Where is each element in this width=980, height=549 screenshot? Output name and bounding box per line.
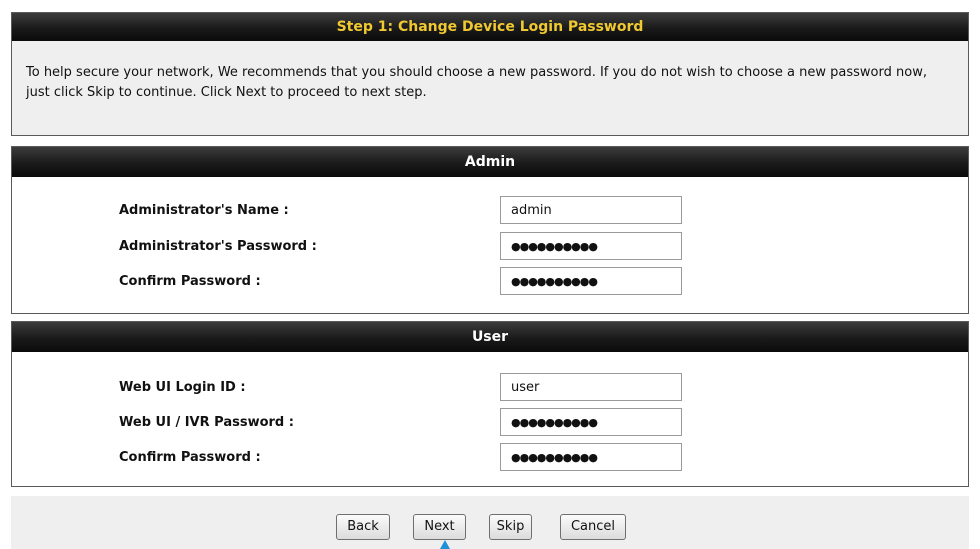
admin-name-input[interactable]	[500, 196, 682, 224]
back-button[interactable]: Back	[336, 514, 390, 540]
admin-section: Admin Administrator's Name : Administrat…	[11, 146, 969, 314]
admin-header: Admin	[12, 147, 968, 177]
admin-password-row: Administrator's Password :	[12, 232, 968, 262]
admin-confirm-row: Confirm Password :	[12, 267, 968, 297]
user-confirm-row: Confirm Password :	[12, 443, 968, 473]
user-password-label: Web UI / IVR Password :	[119, 415, 294, 430]
user-login-label: Web UI Login ID :	[119, 380, 246, 395]
skip-button[interactable]: Skip	[489, 514, 532, 540]
admin-name-label: Administrator's Name :	[119, 203, 289, 218]
step-header-bar: Step 1: Change Device Login Password	[12, 13, 968, 41]
user-password-row: Web UI / IVR Password :	[12, 408, 968, 438]
cancel-button[interactable]: Cancel	[560, 514, 626, 540]
admin-name-row: Administrator's Name :	[12, 196, 968, 226]
user-section: User Web UI Login ID : Web UI / IVR Pass…	[11, 321, 969, 487]
step-panel: Step 1: Change Device Login Password To …	[11, 12, 969, 136]
step-description: To help secure your network, We recommen…	[26, 65, 927, 100]
user-header: User	[12, 322, 968, 352]
user-password-input[interactable]	[500, 408, 682, 436]
admin-confirm-input[interactable]	[500, 267, 682, 295]
cursor-arrow-icon	[440, 540, 450, 549]
user-login-input[interactable]	[500, 373, 682, 401]
user-confirm-label: Confirm Password :	[119, 450, 261, 465]
admin-password-input[interactable]	[500, 232, 682, 260]
wizard-page: Step 1: Change Device Login Password To …	[0, 0, 980, 549]
user-login-row: Web UI Login ID :	[12, 373, 968, 403]
next-button[interactable]: Next	[413, 514, 466, 540]
admin-password-label: Administrator's Password :	[119, 239, 317, 254]
user-confirm-input[interactable]	[500, 443, 682, 471]
admin-confirm-label: Confirm Password :	[119, 274, 261, 289]
step-title: Step 1: Change Device Login Password	[336, 19, 644, 35]
